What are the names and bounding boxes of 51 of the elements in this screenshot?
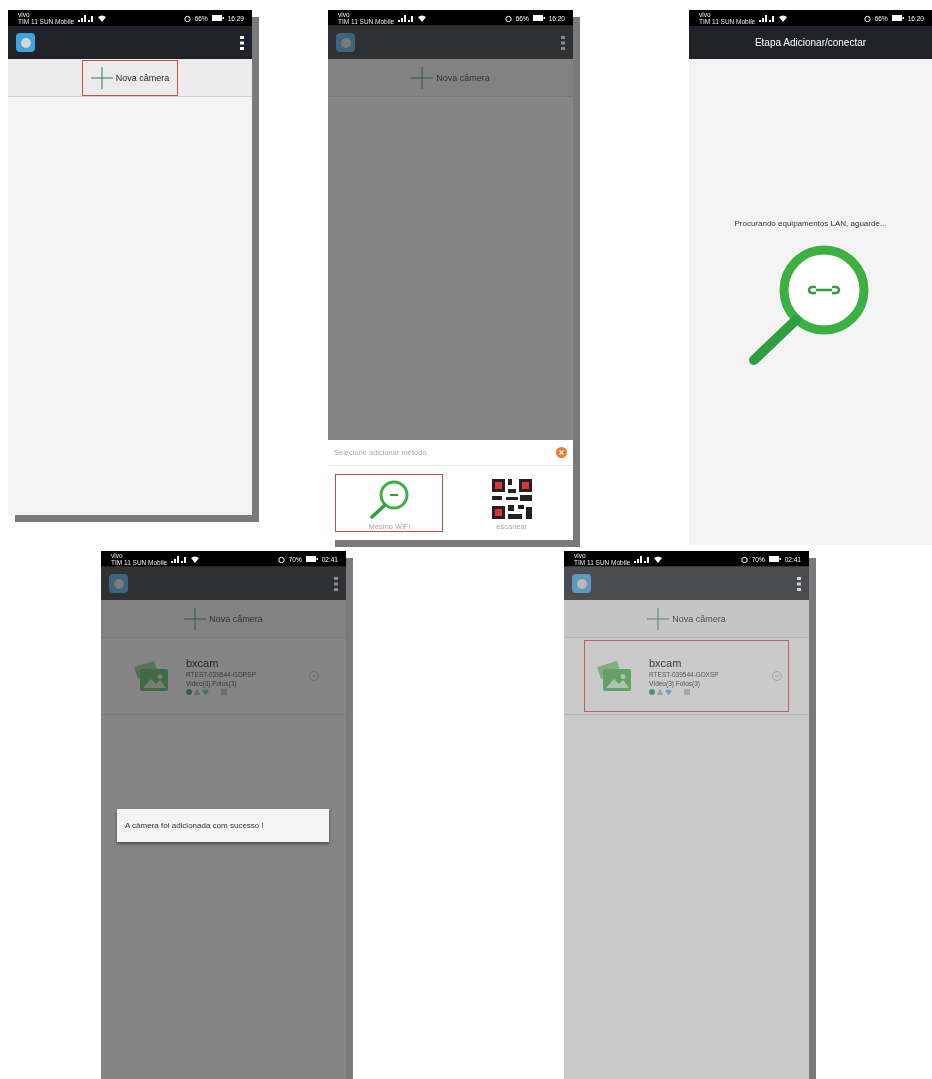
- picture-icon: [595, 659, 633, 693]
- success-toast: A câmera foi adicionada com sucesso !: [117, 809, 329, 842]
- qr-code-icon: [491, 479, 532, 519]
- new-camera-button[interactable]: Nova câmera: [175, 600, 272, 637]
- wifi-icon: [654, 555, 663, 563]
- searching-message: Procurando equipamentos LAN, aguarde...: [734, 219, 887, 228]
- alarm-icon: [277, 555, 285, 563]
- plus-icon: [411, 66, 434, 89]
- plus-icon: [647, 607, 670, 630]
- signal-icon: [78, 14, 95, 22]
- person-icon: [657, 689, 663, 695]
- signal-icon: [398, 14, 415, 22]
- new-camera-button[interactable]: Nova câmera: [81, 59, 179, 96]
- signal-icon: [171, 555, 188, 563]
- plus-icon: [184, 607, 207, 630]
- menu-icon: [334, 576, 338, 591]
- alarm-icon: [183, 14, 191, 22]
- menu-icon: [797, 576, 801, 591]
- app-logo-icon[interactable]: [572, 574, 591, 593]
- plus-icon: [90, 66, 113, 89]
- alarm-icon: [863, 14, 871, 22]
- camera-name: bxcam: [649, 657, 683, 669]
- signal-icon: [634, 555, 651, 563]
- sd-card-icon: [684, 689, 690, 695]
- expand-icon: [772, 671, 782, 681]
- globe-icon: [649, 689, 655, 695]
- wifi-icon: [418, 14, 427, 22]
- wifi-icon: [202, 689, 209, 695]
- screen-title: Etapa Adicionar/conectar: [753, 37, 868, 48]
- battery-icon: [211, 15, 224, 21]
- battery-icon: [532, 15, 545, 21]
- app-logo-icon[interactable]: [16, 33, 35, 52]
- menu-icon: [561, 35, 565, 50]
- globe-icon: [186, 689, 192, 695]
- close-icon: [556, 447, 567, 458]
- wifi-icon: [779, 14, 788, 22]
- person-icon: [194, 689, 200, 695]
- battery-icon: [768, 556, 781, 562]
- alarm-icon: [504, 14, 512, 22]
- alarm-icon: [740, 555, 748, 563]
- wifi-icon: [191, 555, 200, 563]
- new-camera-button[interactable]: Nova câmera: [402, 59, 499, 96]
- battery-icon: [305, 556, 318, 562]
- signal-icon: [759, 14, 776, 22]
- camera-name: bxcam: [186, 657, 220, 669]
- menu-icon: [240, 35, 244, 50]
- battery-icon: [891, 15, 904, 21]
- wifi-icon: [665, 689, 672, 695]
- wifi-icon: [98, 14, 107, 22]
- new-camera-button[interactable]: Nova câmera: [638, 600, 735, 637]
- picture-icon: [132, 659, 170, 693]
